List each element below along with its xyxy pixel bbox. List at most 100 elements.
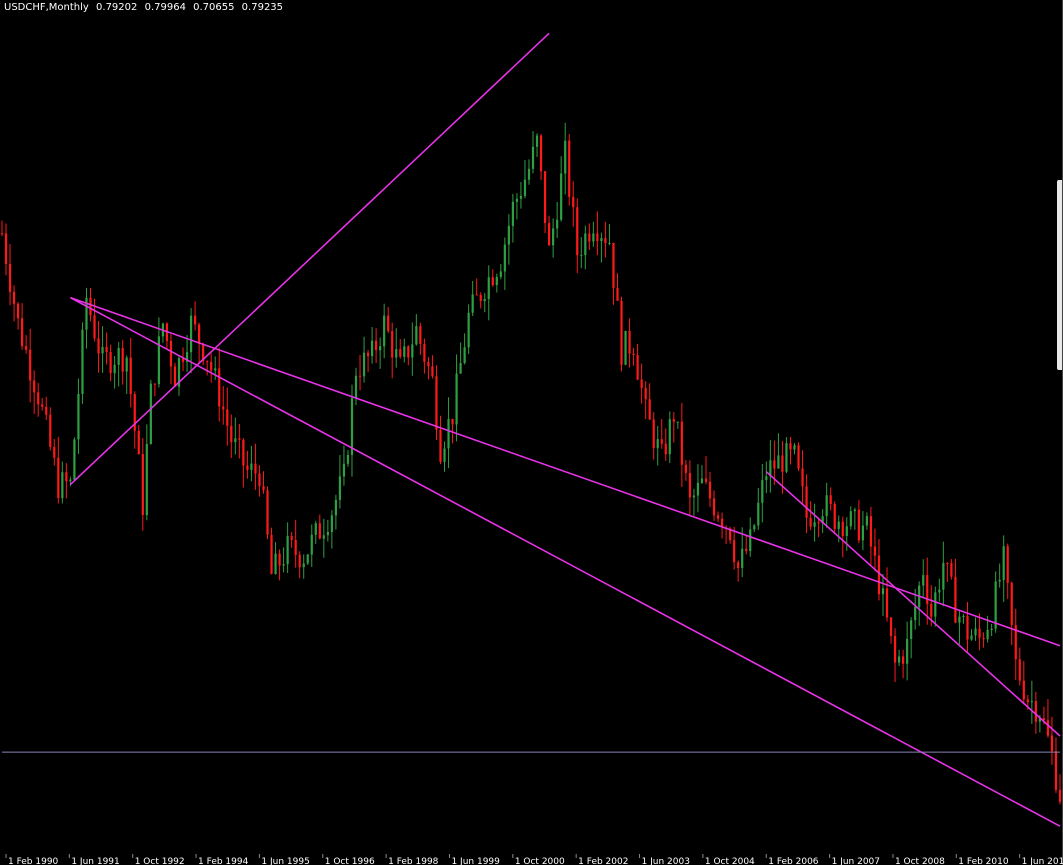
chart-scroll-handle[interactable] — [1057, 180, 1062, 370]
candle-bear — [242, 439, 245, 466]
price-chart[interactable]: 1 Feb 1990 1 Jun 1991 1 Oct 1992 1 Feb 1994… — [0, 0, 1063, 865]
trendline-2[interactable] — [70, 296, 1061, 827]
candle-bear — [16, 303, 20, 319]
candle-bull — [922, 575, 925, 586]
high-value: 0.79964 — [144, 2, 186, 13]
candle-bear — [137, 430, 140, 455]
candle-bull — [696, 482, 700, 496]
candles-layer — [0, 122, 1062, 805]
candle-bear — [966, 615, 969, 640]
candle-bull — [69, 479, 72, 482]
candle-bear — [41, 404, 44, 407]
trendline-3[interactable] — [70, 296, 1061, 647]
candle-bull — [314, 523, 317, 535]
candle-bull — [881, 588, 885, 595]
candle-bear — [596, 233, 599, 242]
x-tick-label: 1 Feb 1994 — [198, 857, 249, 865]
candle-bull — [411, 344, 414, 358]
candle-bear — [539, 135, 543, 172]
candle-bull — [906, 639, 909, 664]
candle-bear — [254, 463, 257, 474]
candle-bear — [588, 233, 591, 242]
candle-bull — [101, 346, 104, 354]
candle-bear — [616, 287, 619, 301]
candle-bull — [415, 326, 418, 345]
candle-bull — [777, 455, 780, 469]
candle-bear — [29, 349, 32, 381]
candle-bull — [214, 368, 217, 371]
candle-bear — [121, 347, 124, 372]
chart-window[interactable]: 1 Feb 1990 1 Jun 1991 1 Oct 1992 1 Feb 1994… — [0, 0, 1063, 865]
candle-bull — [495, 276, 498, 286]
x-tick-label: 1 Jun 2007 — [832, 857, 880, 865]
symbol-label: USDCHF,Monthly — [4, 2, 89, 13]
candle-bull — [282, 564, 285, 566]
candle-bear — [37, 392, 40, 405]
candle-bear — [833, 504, 836, 529]
trendline-1[interactable] — [69, 32, 550, 486]
candle-bull — [958, 616, 961, 623]
x-tick-label: 1 Oct 2008 — [895, 857, 945, 865]
candle-bull — [813, 522, 816, 527]
candle-bear — [869, 516, 873, 547]
x-tick-label: 1 Oct 2000 — [515, 857, 565, 865]
candle-bear — [632, 353, 635, 356]
candle-bull — [459, 363, 462, 374]
candle-bull — [286, 535, 289, 565]
candle-bear — [902, 656, 905, 664]
candle-bear — [0, 233, 4, 235]
candle-bull — [560, 173, 563, 220]
candle-bear — [129, 357, 132, 395]
close-value: 0.79235 — [241, 2, 284, 13]
candle-bear — [141, 454, 144, 516]
trendline-4[interactable] — [765, 471, 1061, 737]
candle-bear — [982, 637, 985, 640]
x-tick-label: 1 Feb 1998 — [388, 857, 439, 865]
candle-bull — [523, 179, 527, 196]
candle-bull — [81, 329, 84, 394]
candle-bull — [592, 233, 595, 242]
candle-bear — [1034, 701, 1037, 722]
candle-bull — [608, 242, 611, 244]
candle-bear — [21, 318, 24, 347]
candle-bear — [680, 421, 683, 465]
candle-bear — [1058, 789, 1062, 802]
candle-bull — [149, 383, 152, 444]
candle-bear — [1054, 751, 1058, 790]
candle-bull — [250, 463, 253, 470]
candle-bear — [1050, 735, 1054, 752]
candle-bull — [379, 346, 382, 351]
candle-bull — [467, 312, 470, 348]
candle-bear — [628, 330, 631, 354]
candle-bear — [278, 553, 281, 566]
candle-bear — [25, 346, 28, 350]
candle-bull — [350, 397, 354, 455]
x-tick-label: 1 Jun 2011 — [1022, 857, 1063, 865]
candle-bull — [974, 628, 977, 636]
candle-bear — [105, 346, 108, 352]
candle-bear — [33, 380, 36, 393]
candle-bear — [294, 539, 297, 555]
candle-bear — [479, 295, 482, 302]
candle-bull — [145, 443, 148, 516]
candle-bear — [789, 443, 792, 450]
candle-bear — [391, 331, 394, 358]
candle-bull — [584, 233, 587, 256]
candle-bull — [61, 472, 64, 499]
candle-bull — [499, 271, 502, 277]
candle-bear — [435, 376, 438, 430]
candle-bear — [375, 340, 378, 351]
candle-bear — [97, 338, 100, 354]
x-tick-label: 1 Feb 2006 — [768, 857, 819, 865]
candle-bull — [700, 478, 704, 483]
candle-bull — [403, 346, 406, 357]
candle-bear — [889, 617, 893, 636]
candle-bull — [519, 195, 523, 199]
candle-bull — [117, 347, 120, 365]
candle-bull — [910, 620, 913, 640]
candle-bear — [652, 419, 655, 449]
candle-bear — [258, 473, 261, 487]
candle-bear — [358, 375, 362, 377]
candle-bull — [157, 336, 160, 385]
candle-bear — [93, 315, 96, 339]
